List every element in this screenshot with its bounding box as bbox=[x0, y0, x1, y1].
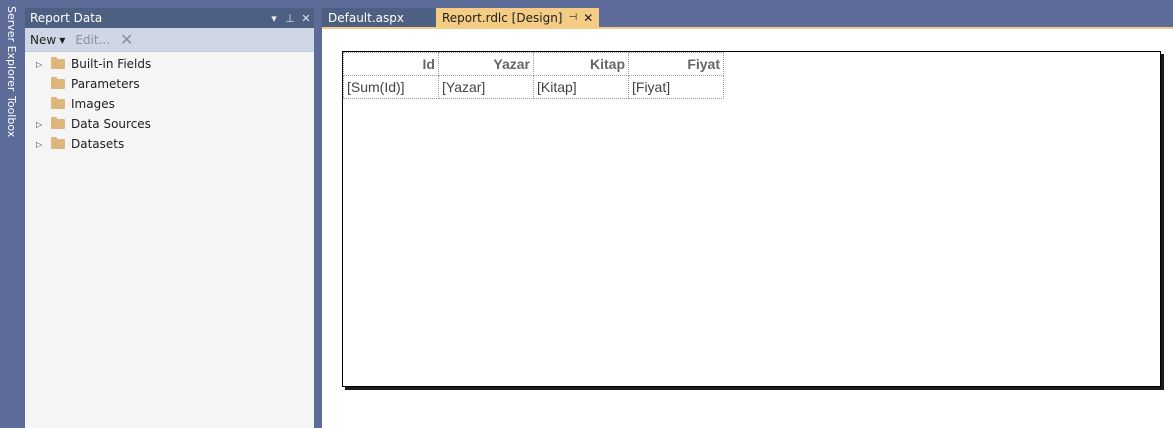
close-icon[interactable]: ✕ bbox=[583, 11, 593, 25]
report-tablix[interactable]: Id Yazar Kitap Fiyat [Sum(Id)] [Yazar] [… bbox=[343, 52, 724, 99]
report-body[interactable]: Id Yazar Kitap Fiyat [Sum(Id)] [Yazar] [… bbox=[342, 51, 1161, 387]
panel-toolbar: New ▼ Edit... ✕ bbox=[25, 28, 314, 52]
tree-item-label: Built-in Fields bbox=[71, 57, 152, 71]
folder-icon bbox=[51, 57, 65, 69]
table-header-cell[interactable]: Id bbox=[343, 52, 439, 76]
report-data-tree: ▷ Built-in Fields Parameters Images ▷ Da… bbox=[25, 52, 314, 154]
table-header-row: Id Yazar Kitap Fiyat bbox=[343, 52, 724, 76]
table-header-cell[interactable]: Kitap bbox=[533, 52, 629, 76]
tree-item-label: Images bbox=[71, 97, 115, 111]
table-row: [Sum(Id)] [Yazar] [Kitap] [Fiyat] bbox=[343, 75, 724, 99]
table-cell[interactable]: [Sum(Id)] bbox=[343, 75, 439, 99]
tree-item-images[interactable]: Images bbox=[25, 94, 314, 114]
panel-title: Report Data bbox=[30, 11, 103, 25]
tree-item-label: Datasets bbox=[71, 137, 125, 151]
tree-item-parameters[interactable]: Parameters bbox=[25, 74, 314, 94]
close-icon[interactable]: ✕ bbox=[298, 12, 314, 25]
pin-icon[interactable]: ⊣ bbox=[568, 12, 577, 23]
tab-report-rdlc-design[interactable]: Report.rdlc [Design] ⊣ ✕ bbox=[436, 8, 600, 27]
report-data-panel: Report Data ▾ ⊥ ✕ New ▼ Edit... ✕ ▷ Built… bbox=[25, 8, 314, 428]
folder-icon bbox=[51, 117, 65, 129]
tab-default-aspx[interactable]: Default.aspx bbox=[322, 8, 436, 27]
table-header-cell[interactable]: Yazar bbox=[438, 52, 534, 76]
tree-item-built-in-fields[interactable]: ▷ Built-in Fields bbox=[25, 54, 314, 74]
edit-button[interactable]: Edit... bbox=[75, 33, 110, 47]
document-tabs: Default.aspx Report.rdlc [Design] ⊣ ✕ bbox=[322, 8, 600, 27]
panel-header: Report Data ▾ ⊥ ✕ bbox=[25, 8, 314, 28]
report-design-surface: Id Yazar Kitap Fiyat [Sum(Id)] [Yazar] [… bbox=[322, 29, 1173, 428]
tree-item-data-sources[interactable]: ▷ Data Sources bbox=[25, 114, 314, 134]
chevron-down-icon: ▼ bbox=[59, 35, 66, 45]
table-cell[interactable]: [Kitap] bbox=[533, 75, 629, 99]
server-explorer-tab[interactable]: Server Explorer bbox=[2, 6, 20, 91]
tree-item-datasets[interactable]: ▷ Datasets bbox=[25, 134, 314, 154]
tree-item-label: Parameters bbox=[71, 77, 140, 91]
folder-icon bbox=[51, 77, 65, 89]
panel-dropdown-icon[interactable]: ▾ bbox=[266, 12, 282, 25]
table-cell[interactable]: [Fiyat] bbox=[628, 75, 724, 99]
table-header-cell[interactable]: Fiyat bbox=[628, 52, 724, 76]
expand-arrow-icon[interactable]: ▷ bbox=[36, 120, 46, 129]
table-cell[interactable]: [Yazar] bbox=[438, 75, 534, 99]
tab-label: Default.aspx bbox=[328, 10, 404, 25]
tree-item-label: Data Sources bbox=[71, 117, 151, 131]
delete-icon[interactable]: ✕ bbox=[120, 31, 133, 47]
tab-label: Report.rdlc [Design] bbox=[442, 10, 563, 25]
pin-icon[interactable]: ⊥ bbox=[282, 12, 298, 25]
panel-splitter[interactable] bbox=[314, 0, 322, 428]
folder-icon bbox=[51, 137, 65, 149]
expand-arrow-icon[interactable]: ▷ bbox=[36, 60, 46, 69]
expand-arrow-icon[interactable]: ▷ bbox=[36, 140, 46, 149]
new-button[interactable]: New ▼ bbox=[30, 33, 65, 47]
new-button-label: New bbox=[30, 32, 57, 47]
side-tool-strip: Server Explorer Toolbox bbox=[0, 0, 22, 428]
toolbox-tab[interactable]: Toolbox bbox=[2, 96, 20, 137]
folder-icon bbox=[51, 97, 65, 109]
